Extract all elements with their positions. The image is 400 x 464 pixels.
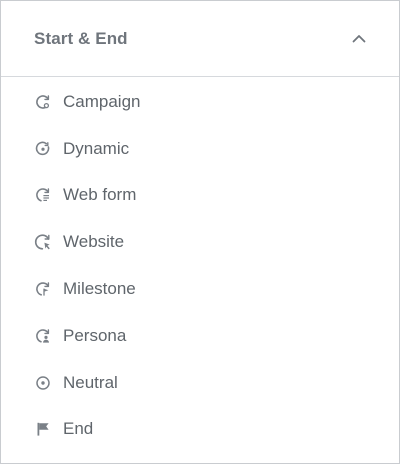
item-label: Dynamic [63,139,130,158]
flag-icon [34,420,52,438]
chevron-up-icon[interactable] [349,29,369,49]
item-label: Website [63,232,125,251]
list-item-neutral[interactable]: Neutral [1,363,399,403]
list-item-dynamic[interactable]: Dynamic [1,129,399,169]
item-label: Web form [63,185,137,204]
start-end-panel: Start & End Campaign Dynamic Web form We… [0,0,400,464]
item-label: Campaign [63,92,141,111]
web-form-icon [34,186,52,204]
list-item-milestone[interactable]: Milestone [1,269,399,309]
list-item-persona[interactable]: Persona [1,316,399,356]
dynamic-icon [34,140,52,158]
list-item-website[interactable]: Website [1,222,399,262]
neutral-icon [34,374,52,392]
list-item-end[interactable]: End [1,409,399,449]
website-icon [34,233,52,251]
item-label: Milestone [63,279,136,298]
persona-icon [34,327,52,345]
campaign-icon [34,93,52,111]
item-label: Neutral [63,373,118,392]
milestone-icon [34,280,52,298]
section-header[interactable]: Start & End [1,1,399,77]
section-title: Start & End [34,28,128,48]
list-item-web-form[interactable]: Web form [1,175,399,215]
item-label: End [63,419,94,438]
list-item-campaign[interactable]: Campaign [1,82,399,122]
item-label: Persona [63,326,127,345]
